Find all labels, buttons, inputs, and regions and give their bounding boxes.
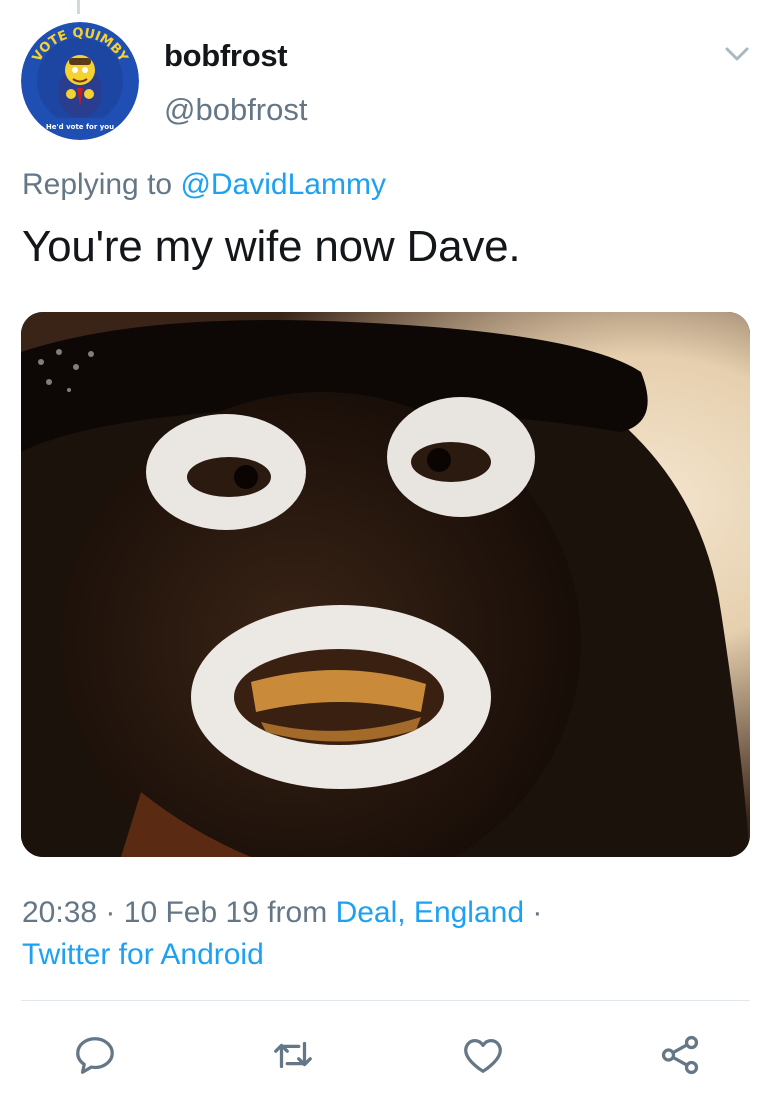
author-handle[interactable]: @bobfrost — [164, 92, 307, 128]
share-button[interactable] — [655, 1025, 705, 1085]
reply-mention-link[interactable]: @DavidLammy — [180, 168, 386, 201]
tweet-text: You're my wife now Dave. — [22, 222, 521, 271]
chevron-down-icon[interactable] — [723, 44, 751, 64]
meta-separator: · — [105, 896, 116, 929]
avatar[interactable]: VOTE QUIMBY He'd vote for you — [21, 22, 139, 140]
tweet-client-link[interactable]: Twitter for Android — [22, 938, 264, 971]
divider — [21, 1000, 750, 1001]
tweet-date[interactable]: 10 Feb 19 — [124, 896, 259, 929]
author-display-name[interactable]: bobfrost — [164, 38, 288, 74]
reply-button[interactable] — [70, 1025, 120, 1085]
heart-icon — [464, 1038, 502, 1073]
meta-from-label: from — [267, 896, 328, 929]
retweet-icon — [274, 1041, 312, 1069]
tweet-time[interactable]: 20:38 — [22, 896, 97, 929]
tweet-photo[interactable] — [21, 312, 750, 857]
thread-connector-line — [77, 0, 80, 14]
avatar-image: VOTE QUIMBY He'd vote for you — [21, 22, 139, 140]
replying-to: Replying to @DavidLammy — [22, 168, 386, 202]
avatar-text-bottom: He'd vote for you — [46, 123, 114, 131]
tweet-metadata: 20:38 · 10 Feb 19 from Deal, England · T… — [22, 892, 752, 976]
retweet-button[interactable] — [268, 1025, 318, 1085]
meta-separator: · — [532, 896, 543, 929]
like-button[interactable] — [458, 1025, 508, 1085]
share-icon — [661, 1035, 699, 1075]
tweet-actions-bar — [0, 1025, 767, 1085]
reply-icon — [76, 1037, 114, 1074]
tweet-location-link[interactable]: Deal, England — [336, 896, 524, 929]
photo-image — [21, 312, 750, 857]
replying-prefix: Replying to — [22, 168, 181, 201]
